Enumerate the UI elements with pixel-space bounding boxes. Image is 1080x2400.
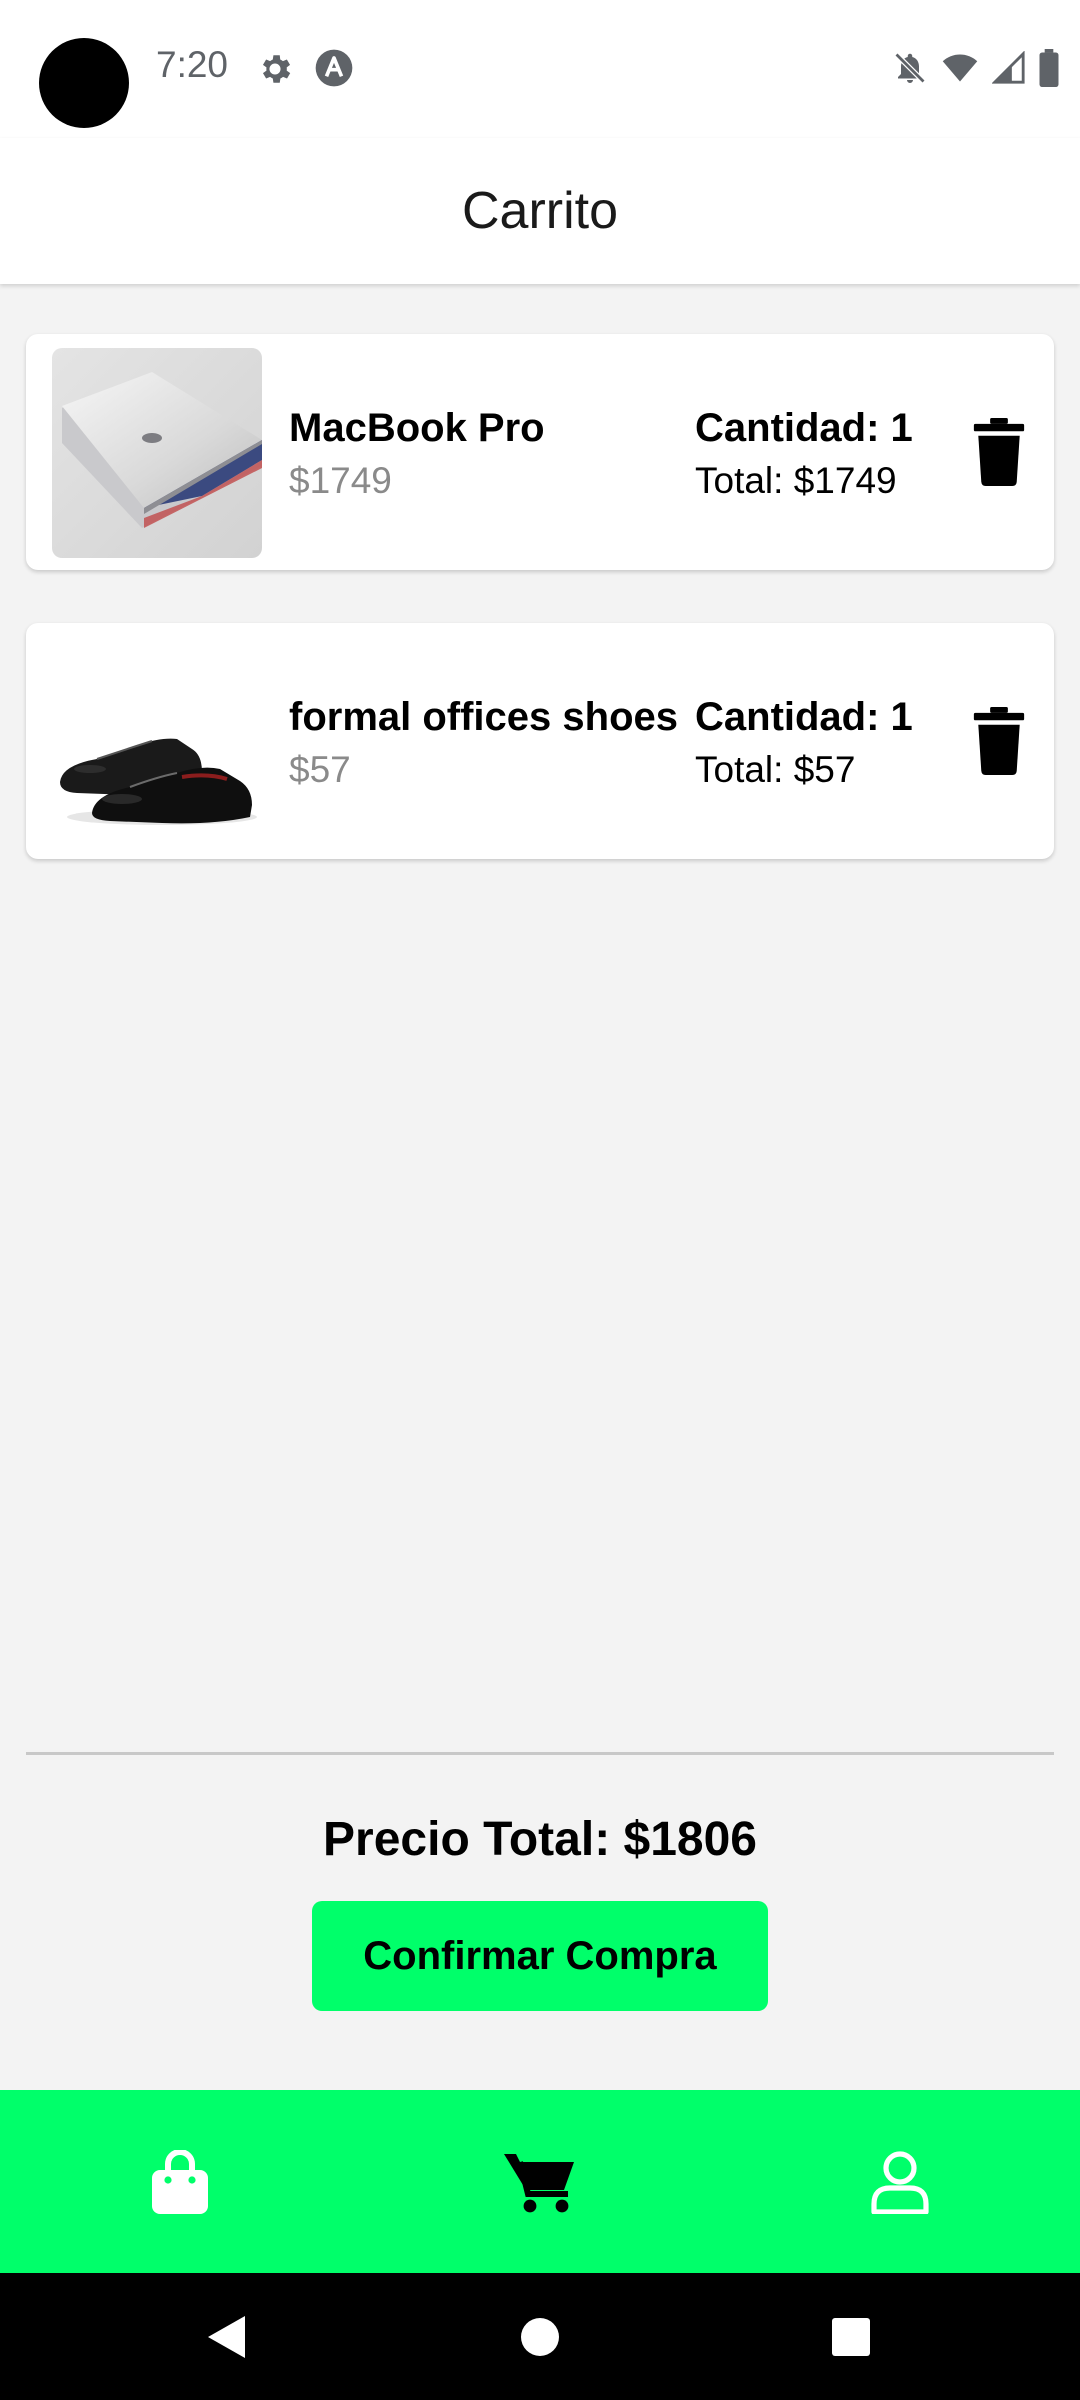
shopping-bag-icon (152, 2149, 208, 2214)
status-time: 7:20 (156, 44, 229, 85)
back-triangle-icon (208, 2315, 245, 2358)
product-name: MacBook Pro (289, 406, 545, 450)
trash-icon (973, 418, 1025, 486)
home-circle-icon (521, 2317, 559, 2356)
nav-shop[interactable] (60, 2090, 300, 2273)
nav-profile[interactable] (780, 2090, 1020, 2273)
nav-cart[interactable] (420, 2090, 660, 2273)
battery-icon (1039, 49, 1059, 87)
cell-signal-icon (992, 51, 1025, 84)
wifi-icon (942, 54, 978, 82)
camera-cutout (39, 38, 129, 128)
cart-item: MacBook Pro $1749 Cantidad: 1 Total: $17… (26, 334, 1054, 570)
recent-square-icon (832, 2317, 870, 2356)
line-total: Total: $1749 (695, 460, 897, 501)
product-price: $57 (289, 749, 351, 790)
cart-item: formal offices shoes $57 Cantidad: 1 Tot… (26, 623, 1054, 859)
cart-icon (504, 2153, 574, 2212)
product-price: $1749 (289, 460, 392, 501)
app-header: Carrito (0, 138, 1080, 284)
laptop-image (52, 348, 262, 558)
total-price: Precio Total: $1806 (323, 1813, 757, 1866)
divider (26, 1752, 1054, 1755)
quantity-label: Cantidad: 1 (695, 406, 913, 450)
delete-button[interactable] (972, 707, 1026, 775)
gear-icon (262, 55, 291, 83)
line-total: Total: $57 (695, 749, 856, 790)
shoes-image (52, 637, 262, 847)
user-icon (871, 2150, 929, 2214)
page-title: Carrito (461, 182, 619, 240)
delete-button[interactable] (972, 418, 1026, 486)
bottom-nav (0, 2090, 1080, 2273)
confirm-purchase-button[interactable]: Confirmar Compra (312, 1901, 768, 2011)
trash-icon (973, 707, 1025, 775)
notifications-off-icon (894, 52, 926, 84)
quantity-label: Cantidad: 1 (695, 695, 913, 739)
status-bar: 7:20 (0, 0, 1080, 138)
product-name: formal offices shoes (289, 695, 679, 739)
back-button[interactable] (146, 2273, 306, 2400)
status-icons (892, 48, 1060, 88)
recent-apps-button[interactable] (771, 2273, 931, 2400)
system-nav-bar (0, 2273, 1080, 2400)
home-button[interactable] (460, 2273, 620, 2400)
a-circle-icon (315, 49, 353, 87)
